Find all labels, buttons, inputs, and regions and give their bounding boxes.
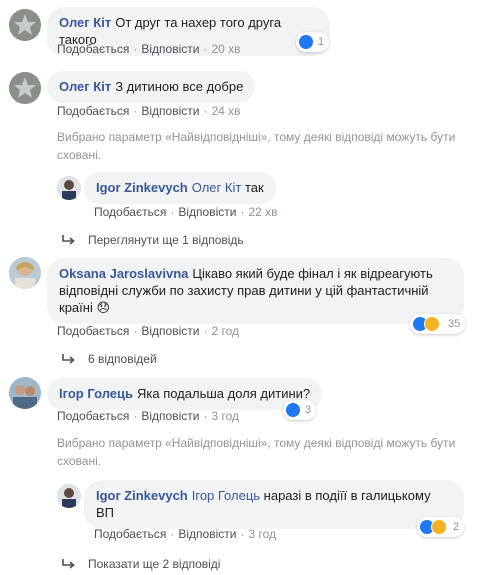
- comment-bubble: Oksana Jaroslavivna Цікаво який буде фіна…: [47, 258, 464, 324]
- reply-arrow-icon: [62, 235, 75, 245]
- comment-actions: Подобається · Відповісти · 20 хв: [57, 42, 241, 56]
- reaction-count: 2: [453, 521, 460, 533]
- like-link[interactable]: Подобається: [94, 527, 166, 541]
- view-replies-label: 6 відповідей: [88, 352, 157, 366]
- reply: Igor Zinkevych Ігор Голець наразі в події…: [0, 478, 492, 541]
- reply: Igor Zinkevych Олег Кіт так Подобається · В…: [0, 170, 492, 222]
- reaction-count: 3: [305, 404, 312, 416]
- avatar-icon: [9, 377, 41, 409]
- reaction-summary[interactable]: 35: [410, 314, 466, 334]
- reply-mention[interactable]: Ігор Голець: [192, 488, 260, 503]
- comment-actions: Подобається · Відповісти · 24 хв: [57, 104, 241, 118]
- avatar[interactable]: [9, 72, 41, 104]
- reply-bubble: Igor Zinkevych Олег Кіт так: [84, 172, 276, 204]
- avatar-icon: [9, 9, 41, 41]
- reply-link[interactable]: Відповісти: [178, 205, 236, 219]
- comment-bubble: Олег Кіт З дитиною все добре: [47, 71, 256, 103]
- avatar[interactable]: [57, 484, 81, 508]
- avatar-icon: [57, 484, 81, 508]
- comment-author[interactable]: Oksana Jaroslavivna: [59, 266, 188, 281]
- comment-author[interactable]: Олег Кіт: [59, 79, 111, 94]
- comment-time[interactable]: 20 хв: [211, 42, 240, 56]
- comment-time[interactable]: 2 год: [211, 324, 239, 338]
- avatar[interactable]: [57, 176, 81, 200]
- avatar-icon: [57, 176, 81, 200]
- reply-time[interactable]: 3 год: [248, 527, 276, 541]
- like-reaction-icon: [298, 34, 314, 50]
- reaction-summary[interactable]: 2: [417, 517, 465, 537]
- comment-bubble: Ігор Голець Яка подальша доля дитини?: [47, 378, 323, 410]
- view-more-replies-label: Переглянути ще 1 відповідь: [88, 233, 244, 247]
- reply-link[interactable]: Відповісти: [141, 42, 199, 56]
- reply-time[interactable]: 22 хв: [248, 205, 277, 219]
- reply-link[interactable]: Відповісти: [178, 527, 236, 541]
- reply-link[interactable]: Відповісти: [141, 324, 199, 338]
- comment: Oksana Jaroslavivna Цікаво який буде фіна…: [0, 252, 492, 347]
- show-more-replies-link[interactable]: Показати ще 2 відповіді: [62, 557, 220, 571]
- reply-link[interactable]: Відповісти: [141, 104, 199, 118]
- comment-time[interactable]: 3 год: [211, 409, 239, 423]
- reaction-count: 1: [318, 36, 325, 48]
- wow-reaction-icon: [424, 316, 440, 332]
- filter-notice: Вибрано параметр «Найвідповідніші», тому…: [57, 436, 456, 468]
- reaction-summary[interactable]: 3: [283, 400, 317, 420]
- reaction-summary[interactable]: 1: [296, 32, 330, 52]
- like-link[interactable]: Подобається: [94, 205, 166, 219]
- avatar-icon: [9, 72, 41, 104]
- reply-arrow-icon: [62, 559, 75, 569]
- like-link[interactable]: Подобається: [57, 104, 129, 118]
- show-more-replies-label: Показати ще 2 відповіді: [88, 557, 221, 571]
- filter-notice: Вибрано параметр «Найвідповідніші», тому…: [57, 130, 456, 162]
- like-reaction-icon: [285, 402, 301, 418]
- view-replies-link[interactable]: 6 відповідей: [62, 352, 157, 366]
- comment-author[interactable]: Ігор Голець: [59, 386, 133, 401]
- comment: Ігор Голець Яка подальша доля дитини? 3 П…: [0, 372, 492, 427]
- like-link[interactable]: Подобається: [57, 42, 129, 56]
- comment-text: Яка подальша доля дитини?: [137, 386, 311, 401]
- reply-link[interactable]: Відповісти: [141, 409, 199, 423]
- avatar[interactable]: [9, 257, 41, 289]
- comment-actions: Подобається · Відповісти · 2 год: [57, 324, 239, 338]
- comment-time[interactable]: 24 хв: [211, 104, 240, 118]
- comment-author[interactable]: Олег Кіт: [59, 15, 111, 30]
- wow-reaction-icon: [431, 519, 447, 535]
- reply-actions: Подобається · Відповісти · 3 год: [94, 527, 276, 541]
- reply-text: так: [244, 180, 264, 195]
- reply-author[interactable]: Igor Zinkevych: [96, 180, 188, 195]
- reply-author[interactable]: Igor Zinkevych: [96, 488, 188, 503]
- like-link[interactable]: Подобається: [57, 409, 129, 423]
- like-link[interactable]: Подобається: [57, 324, 129, 338]
- reaction-count: 35: [448, 318, 461, 330]
- comment: Олег Кіт От друг та нахер того друга тако…: [0, 0, 492, 60]
- view-more-replies-link[interactable]: Переглянути ще 1 відповідь: [62, 233, 244, 247]
- avatar[interactable]: [9, 9, 41, 41]
- avatar-icon: [9, 257, 41, 289]
- comment-actions: Подобається · Відповісти · 3 год: [57, 409, 239, 423]
- comment: Олег Кіт З дитиною все добре Подобається ·…: [0, 66, 492, 126]
- reply-actions: Подобається · Відповісти · 22 хв: [94, 205, 278, 219]
- avatar[interactable]: [9, 377, 41, 409]
- reply-mention[interactable]: Олег Кіт: [192, 180, 242, 195]
- comment-text: З дитиною все добре: [115, 79, 244, 94]
- reply-bubble: Igor Zinkevych Ігор Голець наразі в події…: [84, 480, 464, 529]
- reply-arrow-icon: [62, 354, 75, 364]
